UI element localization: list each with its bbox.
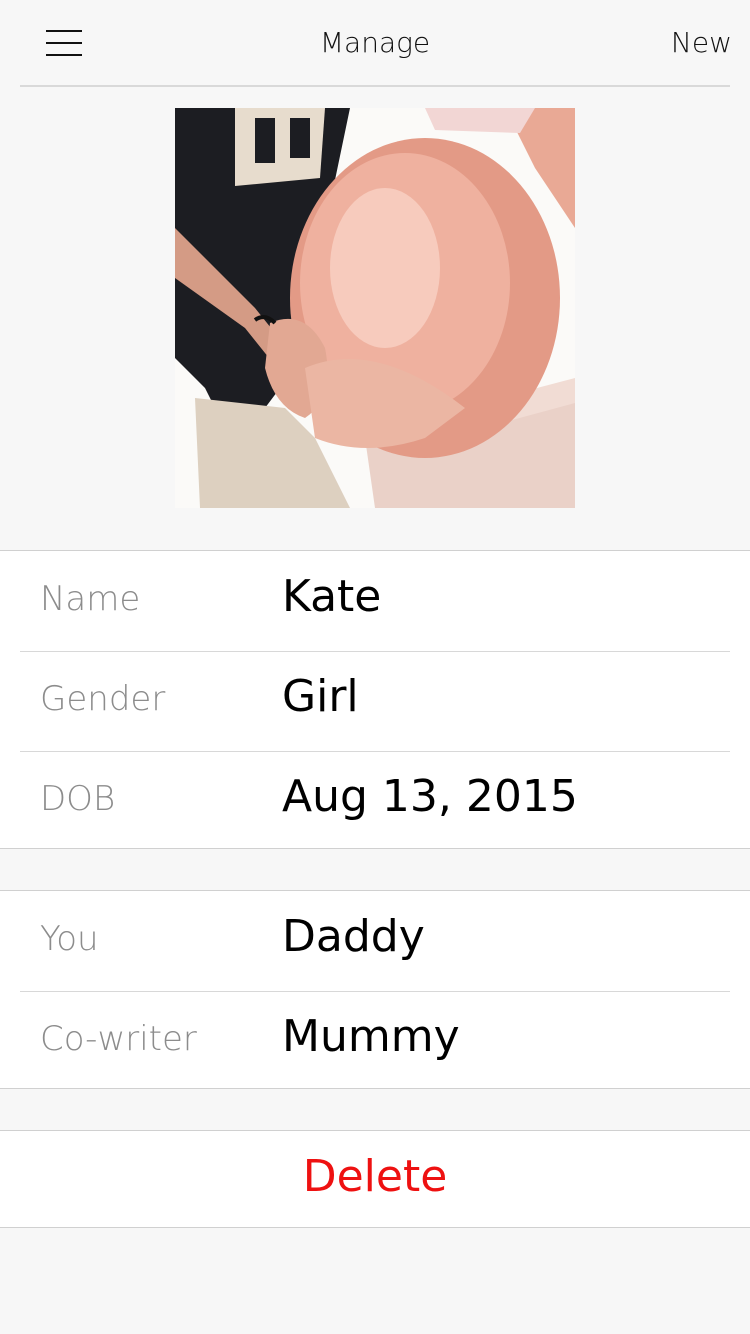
row-value: Kate bbox=[282, 571, 382, 622]
row-value: Daddy bbox=[282, 911, 425, 962]
writer-row-co-writer[interactable]: Co-writer Mummy bbox=[0, 991, 750, 1088]
pregnant-belly-photo bbox=[175, 108, 575, 508]
new-button[interactable]: New bbox=[671, 26, 732, 59]
navigation-bar: Manage New bbox=[0, 0, 750, 87]
writers-group: You Daddy Co-writer Mummy bbox=[0, 890, 750, 1089]
baby-photo[interactable] bbox=[175, 108, 575, 508]
row-label: Name bbox=[40, 579, 141, 619]
row-value: Girl bbox=[282, 671, 359, 722]
row-label: Gender bbox=[40, 679, 166, 719]
nav-divider bbox=[20, 85, 730, 87]
delete-label: Delete bbox=[302, 1151, 448, 1202]
info-row-name[interactable]: Name Kate bbox=[0, 551, 750, 651]
writer-row-you[interactable]: You Daddy bbox=[0, 891, 750, 991]
info-row-gender[interactable]: Gender Girl bbox=[0, 651, 750, 751]
baby-info-group: Name Kate Gender Girl DOB Aug 13, 2015 bbox=[0, 550, 750, 849]
row-label: You bbox=[40, 919, 99, 959]
row-label: Co-writer bbox=[40, 1019, 197, 1059]
delete-button[interactable]: Delete bbox=[0, 1130, 750, 1228]
row-value: Mummy bbox=[282, 1011, 460, 1062]
row-label: DOB bbox=[40, 779, 116, 819]
info-row-dob[interactable]: DOB Aug 13, 2015 bbox=[0, 751, 750, 848]
row-value: Aug 13, 2015 bbox=[282, 771, 578, 822]
page-title: Manage bbox=[319, 26, 431, 59]
